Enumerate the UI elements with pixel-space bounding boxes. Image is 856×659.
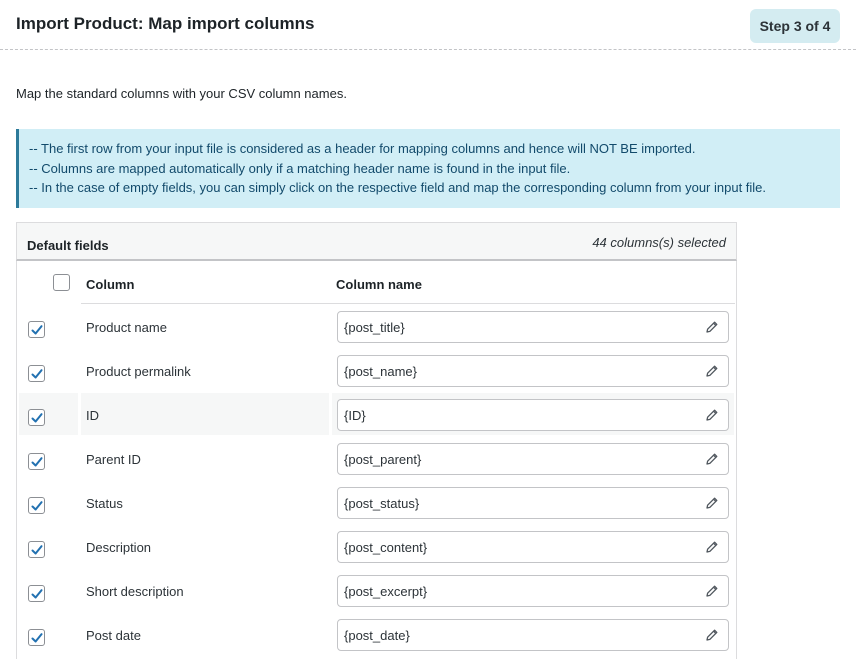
mapping-value: {post_date} [344, 628, 410, 643]
column-mapping-input[interactable]: {post_status} [337, 487, 729, 519]
table-header-row: Column Column name [17, 261, 736, 305]
header-divider [81, 303, 735, 304]
mapping-value: {ID} [344, 408, 366, 423]
field-label: Product permalink [86, 364, 191, 379]
table-row: Description {post_content} [17, 525, 736, 569]
row-highlight [81, 393, 329, 435]
page-title: Import Product: Map import columns [16, 14, 315, 33]
checkmark-icon [31, 457, 43, 467]
column-mapping-input[interactable]: {post_parent} [337, 443, 729, 475]
row-checkbox[interactable] [28, 585, 45, 602]
checkmark-icon [31, 501, 43, 511]
table-row: Parent ID {post_parent} [17, 437, 736, 481]
field-label: Description [86, 540, 152, 555]
pencil-icon[interactable] [705, 320, 719, 334]
row-checkbox[interactable] [28, 409, 45, 426]
notice-line: -- The first row from your input file is… [29, 141, 696, 156]
checkmark-icon [31, 633, 43, 643]
field-label: Post date [86, 628, 141, 643]
pencil-icon[interactable] [705, 452, 719, 466]
notice-line: -- Columns are mapped automatically only… [29, 160, 571, 176]
field-label: Short description [86, 584, 184, 599]
row-checkbox[interactable] [28, 365, 45, 382]
info-notice: -- The first row from your input file is… [16, 129, 840, 208]
mapping-value: {post_excerpt} [344, 584, 428, 599]
table-row: Product permalink {post_name} [17, 349, 736, 393]
row-checkbox[interactable] [28, 321, 45, 338]
field-label: Product name [86, 320, 167, 335]
pencil-icon[interactable] [705, 584, 719, 598]
table-row: Status {post_status} [17, 481, 736, 525]
table-row: Short description {post_excerpt} [17, 569, 736, 613]
pencil-icon[interactable] [705, 496, 719, 510]
mapping-table: Column Column name Product name {post_tit… [16, 261, 737, 659]
field-label: Parent ID [86, 452, 141, 467]
mapping-value: {post_title} [344, 320, 405, 335]
row-checkbox[interactable] [28, 541, 45, 558]
row-checkbox[interactable] [28, 453, 45, 470]
row-checkbox[interactable] [28, 497, 45, 514]
row-checkbox[interactable] [28, 629, 45, 646]
intro-text: Map the standard columns with your CSV c… [16, 86, 347, 101]
field-label: Status [86, 496, 123, 511]
pencil-icon[interactable] [705, 628, 719, 642]
checkmark-icon [31, 325, 43, 335]
column-mapping-input[interactable]: {post_excerpt} [337, 575, 729, 607]
pencil-icon[interactable] [705, 364, 719, 378]
checkmark-icon [31, 369, 43, 379]
table-row: Product name {post_title} [17, 305, 736, 349]
column-mapping-input[interactable]: {post_name} [337, 355, 729, 387]
notice-line: -- In the case of empty fields, you can … [29, 180, 767, 195]
select-all-checkbox[interactable] [53, 274, 70, 291]
table-row: Post date {post_date} [17, 613, 736, 657]
table-section-header: Default fields 44 columns(s) selected [16, 222, 737, 261]
mapping-value: {post_name} [344, 364, 418, 379]
mapping-value: {post_parent} [344, 452, 422, 467]
table-row: ID {ID} [17, 393, 736, 437]
step-badge: Step 3 of 4 [750, 9, 840, 43]
column-mapping-input[interactable]: {ID} [337, 399, 729, 431]
checkmark-icon [31, 545, 43, 555]
pencil-icon[interactable] [705, 540, 719, 554]
column-mapping-input[interactable]: {post_date} [337, 619, 729, 651]
pencil-icon[interactable] [705, 408, 719, 422]
column-mapping-input[interactable]: {post_content} [337, 531, 729, 563]
selected-count: 44 columns(s) selected [592, 235, 726, 250]
column-name-header: Column name [336, 277, 422, 292]
column-mapping-input[interactable]: {post_title} [337, 311, 729, 343]
field-label: ID [86, 408, 99, 423]
checkmark-icon [31, 589, 43, 599]
column-header: Column [86, 277, 135, 292]
mapping-value: {post_status} [344, 496, 420, 511]
checkmark-icon [31, 413, 43, 423]
section-label: Default fields [27, 238, 109, 253]
page-header: Import Product: Map import columns Step … [0, 0, 856, 50]
mapping-value: {post_content} [344, 540, 428, 555]
